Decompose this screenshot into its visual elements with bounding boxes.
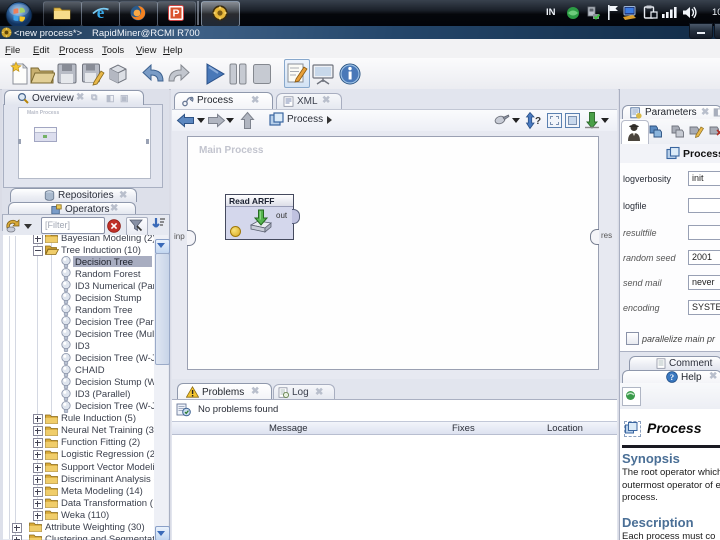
svg-text:e: e bbox=[97, 3, 105, 22]
svg-text:P: P bbox=[172, 8, 179, 20]
svg-text:?: ? bbox=[535, 116, 541, 127]
svg-text:?: ? bbox=[670, 372, 674, 382]
